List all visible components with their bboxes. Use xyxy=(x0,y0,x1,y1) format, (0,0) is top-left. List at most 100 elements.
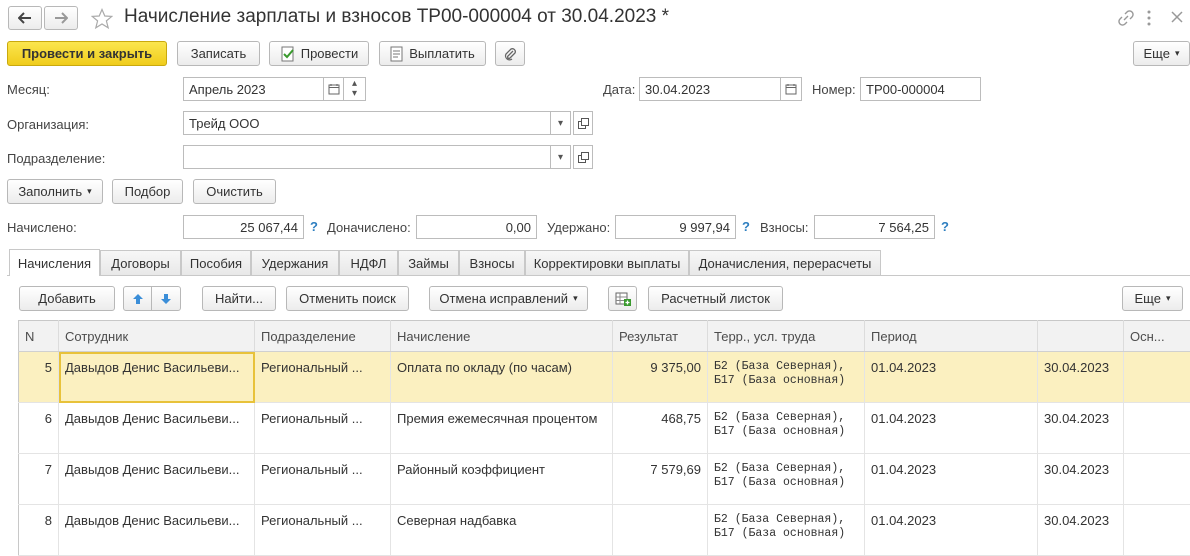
column-header-period-end[interactable] xyxy=(1038,321,1124,352)
post-button[interactable]: Провести xyxy=(269,41,369,66)
clear-button[interactable]: Очистить xyxy=(193,179,276,204)
basis-cell[interactable] xyxy=(1124,403,1190,454)
tab-recalculations[interactable]: Доначисления, перерасчеты xyxy=(689,250,881,275)
column-header-n[interactable]: N xyxy=(19,321,59,352)
period-start-cell[interactable]: 01.04.2023 xyxy=(865,454,1038,505)
organization-input[interactable]: Трейд ООО xyxy=(183,111,551,135)
move-down-button[interactable] xyxy=(151,286,181,311)
accrual-cell[interactable]: Премия ежемесячная процентом xyxy=(391,403,613,454)
table-row[interactable]: 5 Давыдов Денис Васильеви... Региональны… xyxy=(19,352,1190,403)
tab-loans[interactable]: Займы xyxy=(398,250,459,275)
grid-more-button[interactable]: Еще ▾ xyxy=(1122,286,1183,311)
number-input[interactable]: ТР00-000004 xyxy=(860,77,981,101)
cancel-search-button[interactable]: Отменить поиск xyxy=(286,286,409,311)
back-button[interactable] xyxy=(8,6,42,30)
column-header-result[interactable]: Результат xyxy=(613,321,708,352)
result-cell[interactable] xyxy=(613,505,708,556)
pick-button[interactable]: Подбор xyxy=(112,179,183,204)
territory-cell[interactable]: Б2 (База Северная),Б17 (База основная) xyxy=(708,352,865,403)
find-button[interactable]: Найти... xyxy=(202,286,276,311)
period-start-cell[interactable]: 01.04.2023 xyxy=(865,505,1038,556)
basis-cell[interactable] xyxy=(1124,454,1190,505)
basis-cell[interactable] xyxy=(1124,352,1190,403)
column-header-employee[interactable]: Сотрудник xyxy=(59,321,255,352)
department-input[interactable] xyxy=(183,145,551,169)
month-input[interactable]: Апрель 2023 xyxy=(183,77,324,101)
department-cell[interactable]: Региональный ... xyxy=(255,505,391,556)
move-up-button[interactable] xyxy=(123,286,152,311)
tab-payment-corrections[interactable]: Корректировки выплаты xyxy=(525,250,689,275)
table-row[interactable]: 8 Давыдов Денис Васильеви... Региональны… xyxy=(19,505,1190,556)
attach-button[interactable] xyxy=(495,41,525,66)
more-vertical-icon[interactable] xyxy=(1146,10,1152,26)
column-header-territory[interactable]: Терр., усл. труда xyxy=(708,321,865,352)
document-icon xyxy=(390,46,404,62)
payslip-button[interactable]: Расчетный листок xyxy=(648,286,783,311)
employee-cell[interactable]: Давыдов Денис Васильеви... xyxy=(59,454,255,505)
basis-cell[interactable] xyxy=(1124,505,1190,556)
organization-label: Организация: xyxy=(7,117,89,132)
post-and-close-button[interactable]: Провести и закрыть xyxy=(7,41,167,66)
star-icon[interactable] xyxy=(91,8,113,30)
period-start-cell[interactable]: 01.04.2023 xyxy=(865,352,1038,403)
territory-cell[interactable]: Б2 (База Северная),Б17 (База основная) xyxy=(708,403,865,454)
result-cell[interactable]: 9 375,00 xyxy=(613,352,708,403)
territory-cell[interactable]: Б2 (База Северная),Б17 (База основная) xyxy=(708,505,865,556)
column-header-period[interactable]: Период xyxy=(865,321,1038,352)
result-cell[interactable]: 468,75 xyxy=(613,403,708,454)
tab-contributions[interactable]: Взносы xyxy=(459,250,525,275)
employee-cell[interactable]: Давыдов Денис Васильеви... xyxy=(59,505,255,556)
department-dropdown-button[interactable]: ▾ xyxy=(551,145,571,169)
tab-deductions[interactable]: Удержания xyxy=(251,250,339,275)
chevron-down-icon: ▾ xyxy=(1175,48,1180,59)
table-row[interactable]: 6 Давыдов Денис Васильеви... Региональны… xyxy=(19,403,1190,454)
tab-ndfl[interactable]: НДФЛ xyxy=(339,250,398,275)
period-start-cell[interactable]: 01.04.2023 xyxy=(865,403,1038,454)
accrual-cell[interactable]: Районный коэффициент xyxy=(391,454,613,505)
territory-line-1: Б2 (База Северная), xyxy=(714,411,858,425)
organization-dropdown-button[interactable]: ▾ xyxy=(551,111,571,135)
row-number: 7 xyxy=(19,454,59,505)
tab-contracts[interactable]: Договоры xyxy=(100,250,181,275)
withheld-help-icon[interactable]: ? xyxy=(742,219,750,234)
add-table-button[interactable] xyxy=(608,286,637,311)
date-input[interactable]: 30.04.2023 xyxy=(639,77,781,101)
cancel-corrections-button[interactable]: Отмена исправлений ▾ xyxy=(429,286,588,311)
more-button[interactable]: Еще ▾ xyxy=(1133,41,1190,66)
accrual-cell[interactable]: Северная надбавка xyxy=(391,505,613,556)
column-header-department[interactable]: Подразделение xyxy=(255,321,391,352)
tab-accruals[interactable]: Начисления xyxy=(9,249,100,276)
add-button[interactable]: Добавить xyxy=(19,286,115,311)
accrual-cell[interactable]: Оплата по окладу (по часам) xyxy=(391,352,613,403)
arrow-left-icon xyxy=(18,12,32,24)
territory-cell[interactable]: Б2 (База Северная),Б17 (База основная) xyxy=(708,454,865,505)
column-header-basis[interactable]: Осн... xyxy=(1124,321,1190,352)
period-end-cell[interactable]: 30.04.2023 xyxy=(1038,454,1124,505)
employee-cell[interactable]: Давыдов Денис Васильеви... xyxy=(59,403,255,454)
employee-cell[interactable]: Давыдов Денис Васильеви... xyxy=(59,352,255,403)
column-header-accrual[interactable]: Начисление xyxy=(391,321,613,352)
save-button[interactable]: Записать xyxy=(177,41,260,66)
forward-button[interactable] xyxy=(44,6,78,30)
department-cell[interactable]: Региональный ... xyxy=(255,352,391,403)
pay-button[interactable]: Выплатить xyxy=(379,41,486,66)
department-cell[interactable]: Региональный ... xyxy=(255,403,391,454)
month-stepper[interactable]: ▴▾ xyxy=(344,77,366,101)
accrued-help-icon[interactable]: ? xyxy=(310,219,318,234)
link-icon[interactable] xyxy=(1118,10,1134,26)
tab-benefits[interactable]: Пособия xyxy=(181,250,251,275)
table-row[interactable]: 7 Давыдов Денис Васильеви... Региональны… xyxy=(19,454,1190,505)
period-end-cell[interactable]: 30.04.2023 xyxy=(1038,352,1124,403)
close-icon[interactable] xyxy=(1170,10,1184,24)
result-cell[interactable]: 7 579,69 xyxy=(613,454,708,505)
contributions-help-icon[interactable]: ? xyxy=(941,219,949,234)
date-calendar-button[interactable] xyxy=(781,77,802,101)
organization-open-button[interactable] xyxy=(573,111,593,135)
department-open-button[interactable] xyxy=(573,145,593,169)
period-end-cell[interactable]: 30.04.2023 xyxy=(1038,403,1124,454)
month-calendar-button[interactable] xyxy=(324,77,344,101)
fill-button[interactable]: Заполнить ▾ xyxy=(7,179,103,204)
period-end-cell[interactable]: 30.04.2023 xyxy=(1038,505,1124,556)
territory-line-2: Б17 (База основная) xyxy=(714,527,858,541)
department-cell[interactable]: Региональный ... xyxy=(255,454,391,505)
